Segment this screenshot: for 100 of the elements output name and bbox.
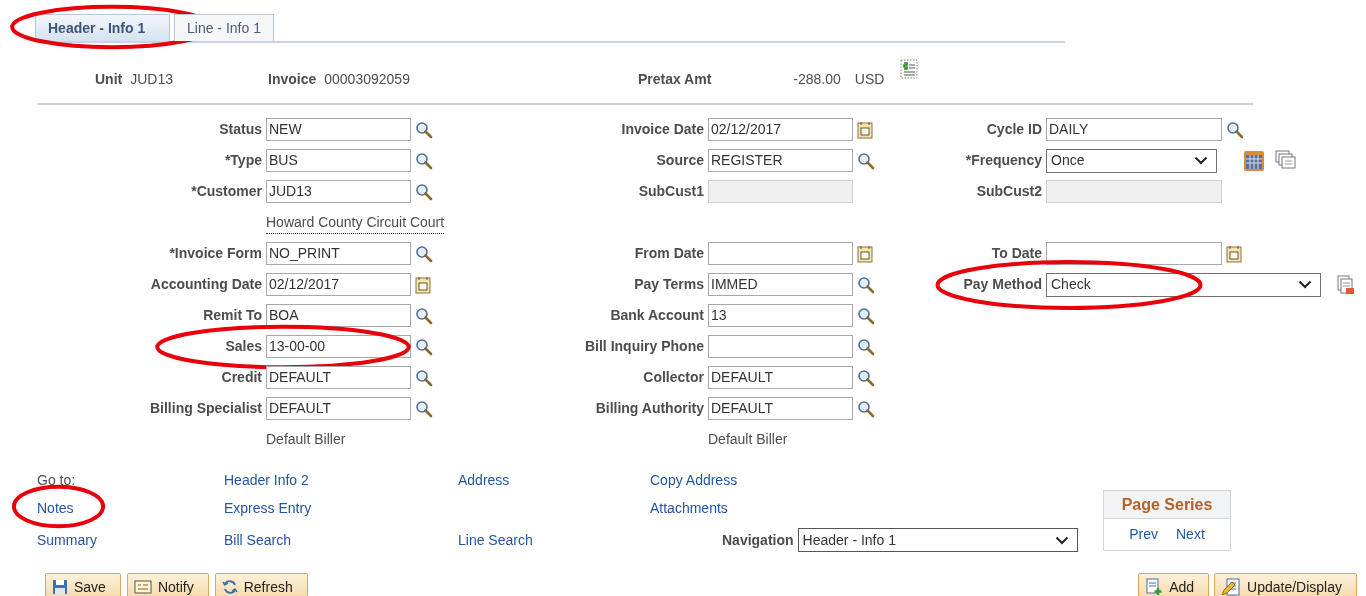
field-label: Pay Method: [962, 275, 1043, 294]
text-field[interactable]: NO_PRINT: [266, 242, 411, 265]
caret-icon: [1298, 280, 1312, 289]
text-field[interactable]: JUD13: [266, 180, 411, 203]
text-field[interactable]: [1046, 242, 1222, 265]
text-field[interactable]: DAILY: [1046, 118, 1222, 141]
search-icon[interactable]: [415, 399, 433, 418]
search-icon[interactable]: [415, 151, 433, 170]
unit-value: JUD13: [130, 69, 173, 89]
search-icon[interactable]: [415, 368, 433, 387]
field-label: *Type: [223, 151, 263, 170]
field-label: Source: [655, 151, 705, 170]
calendar-icon[interactable]: [1226, 244, 1242, 263]
calendar-icon[interactable]: [857, 244, 873, 263]
field-label: Billing Authority: [594, 399, 705, 418]
text-field[interactable]: IMMED: [708, 273, 853, 296]
nav-link[interactable]: Bill Search: [224, 531, 291, 548]
field-label: From Date: [633, 244, 705, 263]
search-icon[interactable]: [1226, 120, 1244, 139]
text-field[interactable]: 13: [708, 304, 853, 327]
navigation-label: Navigation: [722, 530, 795, 550]
field-label: Sales: [224, 337, 263, 356]
nav-link[interactable]: Copy Address: [650, 471, 738, 488]
nav-link[interactable]: Address: [458, 471, 510, 488]
text-field[interactable]: DEFAULT: [708, 397, 853, 420]
text-field[interactable]: DEFAULT: [708, 366, 853, 389]
field-label: Accounting Date: [149, 275, 263, 294]
text-field[interactable]: NEW: [266, 118, 411, 141]
nav-link[interactable]: Notes: [37, 499, 74, 516]
search-icon[interactable]: [415, 337, 433, 356]
copy-icon[interactable]: [1275, 149, 1297, 170]
page-series-title: Page Series: [1104, 491, 1230, 519]
toolbar-button[interactable]: Add: [1138, 573, 1210, 596]
calendar-icon[interactable]: [415, 275, 431, 294]
search-icon[interactable]: [857, 368, 875, 387]
text-field[interactable]: [708, 335, 853, 358]
text-field[interactable]: 02/12/2017: [266, 273, 411, 296]
toolbar-button[interactable]: Notify: [126, 573, 209, 596]
document-arrow-icon[interactable]: [1337, 274, 1355, 295]
search-icon[interactable]: [415, 182, 433, 201]
text-field[interactable]: DEFAULT: [266, 397, 411, 420]
field-label: SubCust1: [637, 182, 705, 201]
refresh-icon: [221, 579, 238, 595]
text-field[interactable]: [708, 242, 853, 265]
field-label: Invoice Date: [620, 120, 705, 139]
text-field[interactable]: 13-00-00: [266, 335, 411, 358]
note-icon: [133, 580, 152, 594]
calendar-icon[interactable]: [857, 120, 873, 139]
nav-link[interactable]: Line Search: [458, 531, 533, 548]
field-label: *Customer: [190, 182, 263, 201]
search-icon[interactable]: [415, 244, 433, 263]
caret-icon: [1194, 156, 1208, 165]
text-field[interactable]: DEFAULT: [266, 366, 411, 389]
pretax-amount: -288.00: [793, 69, 841, 89]
text-field[interactable]: 02/12/2017: [708, 118, 853, 141]
invoice-number: 00003092059: [324, 69, 410, 89]
search-icon[interactable]: [415, 306, 433, 325]
caret-icon: [1054, 535, 1069, 545]
toolbar-button[interactable]: Refresh: [214, 573, 308, 596]
field-label: Remit To: [202, 306, 263, 325]
field-label: Billing Specialist: [148, 399, 263, 418]
field-label: To Date: [990, 244, 1043, 263]
goto-caption: Go to:: [37, 470, 76, 490]
tab[interactable]: Line - Info 1: [174, 14, 274, 41]
text-field[interactable]: BOA: [266, 304, 411, 327]
next-link[interactable]: Next: [1176, 524, 1205, 545]
field-label: Bank Account: [609, 306, 705, 325]
add-document-icon: [1145, 578, 1164, 596]
field-label: SubCust2: [975, 182, 1043, 201]
dropdown[interactable]: Once: [1046, 148, 1217, 173]
search-icon[interactable]: [857, 399, 875, 418]
search-icon[interactable]: [857, 275, 875, 294]
text-field[interactable]: REGISTER: [708, 149, 853, 172]
grid-calendar-icon[interactable]: [1243, 149, 1265, 172]
nav-link[interactable]: Express Entry: [224, 499, 312, 516]
field-label: Bill Inquiry Phone: [584, 337, 705, 356]
dollar-list-icon[interactable]: [900, 59, 919, 79]
toolbar-button[interactable]: Update/Display: [1214, 573, 1357, 596]
text-field[interactable]: BUS: [266, 149, 411, 172]
unit-label: Unit: [95, 69, 123, 89]
search-icon[interactable]: [857, 337, 875, 356]
nav-link[interactable]: Attachments: [650, 499, 728, 516]
navigation-dropdown[interactable]: Header - Info 1: [797, 528, 1078, 552]
search-icon[interactable]: [857, 151, 875, 170]
toolbar-button[interactable]: Save: [45, 573, 121, 596]
search-icon[interactable]: [415, 120, 433, 139]
dropdown[interactable]: Check: [1046, 272, 1321, 297]
field-label: *Frequency: [964, 151, 1043, 170]
field-label: *Invoice Form: [168, 244, 263, 263]
pencil-document-icon: [1221, 578, 1242, 596]
invoice-label: Invoice: [268, 69, 317, 89]
field-label: Status: [218, 120, 263, 139]
nav-link[interactable]: Header Info 2: [224, 471, 309, 488]
tab[interactable]: Header - Info 1: [35, 14, 170, 41]
description-text: Default Biller: [266, 430, 346, 449]
field-label: Credit: [220, 368, 263, 387]
field-label: Collector: [642, 368, 705, 387]
search-icon[interactable]: [857, 306, 875, 325]
nav-link[interactable]: Summary: [37, 531, 97, 548]
prev-link[interactable]: Prev: [1129, 524, 1158, 545]
